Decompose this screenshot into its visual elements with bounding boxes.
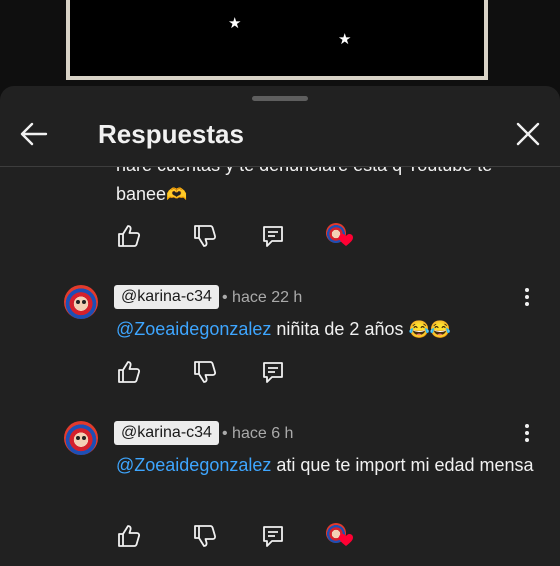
reply-button[interactable] bbox=[260, 359, 286, 385]
dislike-button[interactable] bbox=[192, 223, 218, 249]
dislike-button[interactable] bbox=[192, 359, 218, 385]
creator-heart-badge bbox=[326, 223, 356, 251]
arrow-left-icon bbox=[20, 122, 48, 146]
thumbs-down-icon bbox=[194, 361, 217, 383]
reply-button[interactable] bbox=[260, 223, 286, 249]
reply-text: @Zoeaidegonzalez ati que te import mi ed… bbox=[116, 455, 534, 475]
sheet-header: Respuestas bbox=[0, 104, 560, 164]
replies-sheet: Respuestas haré cuentas y te denunciaré … bbox=[0, 86, 560, 566]
page-title: Respuestas bbox=[98, 119, 244, 149]
more-options-button[interactable] bbox=[520, 285, 534, 309]
dislike-button[interactable] bbox=[192, 523, 218, 549]
heart-icon bbox=[339, 234, 353, 246]
laughing-emoji: 😂😂 bbox=[408, 320, 451, 339]
avatar[interactable] bbox=[64, 421, 98, 455]
heart-hands-icon: 🫶 bbox=[166, 185, 188, 204]
video-player[interactable]: ★ ★ bbox=[0, 0, 560, 100]
star-icon: ★ bbox=[338, 31, 352, 48]
close-icon bbox=[516, 122, 540, 146]
video-frame: ★ ★ bbox=[66, 0, 488, 80]
thumbs-up-icon bbox=[118, 225, 141, 247]
more-options-button[interactable] bbox=[520, 421, 534, 445]
timestamp: • hace 22 h bbox=[222, 289, 303, 306]
mention-link[interactable]: @Zoeaidegonzalez bbox=[116, 455, 271, 475]
close-button[interactable] bbox=[512, 118, 544, 150]
mention-link[interactable]: @Zoeaidegonzalez bbox=[116, 319, 271, 339]
drag-handle[interactable] bbox=[252, 96, 308, 101]
thumbs-down-icon bbox=[194, 525, 217, 547]
comment-icon bbox=[263, 226, 283, 247]
reply-item: @karina-c34 • hace 6 h @Zoeaidegonzalez … bbox=[0, 421, 560, 531]
like-button[interactable] bbox=[116, 359, 142, 385]
back-button[interactable] bbox=[18, 118, 50, 150]
thumbs-down-icon bbox=[194, 225, 217, 247]
heart-icon bbox=[339, 534, 353, 546]
reply-text: @Zoeaidegonzalez niñita de 2 años 😂😂 bbox=[116, 319, 451, 339]
comment-actions bbox=[116, 223, 356, 251]
author-handle[interactable]: @karina-c34 bbox=[114, 421, 219, 445]
reply-actions bbox=[116, 359, 316, 387]
thumbs-up-icon bbox=[118, 525, 141, 547]
like-button[interactable] bbox=[116, 523, 142, 549]
comment-icon bbox=[263, 526, 283, 547]
star-icon: ★ bbox=[228, 15, 242, 32]
reply-button[interactable] bbox=[260, 523, 286, 549]
author-handle[interactable]: @karina-c34 bbox=[114, 285, 219, 309]
like-button[interactable] bbox=[116, 223, 142, 249]
replies-list[interactable]: haré cuentas y te denunciaré esta q Yout… bbox=[0, 167, 560, 566]
avatar[interactable] bbox=[64, 285, 98, 319]
comment-text-partial: haré cuentas y te denunciaré esta q Yout… bbox=[116, 167, 492, 177]
comment-text-end: banee🫶 bbox=[116, 182, 187, 207]
thumbs-up-icon bbox=[118, 361, 141, 383]
comment-icon bbox=[263, 362, 283, 383]
reply-actions bbox=[116, 523, 356, 551]
creator-heart-badge bbox=[326, 523, 356, 551]
timestamp: • hace 6 h bbox=[222, 425, 294, 442]
